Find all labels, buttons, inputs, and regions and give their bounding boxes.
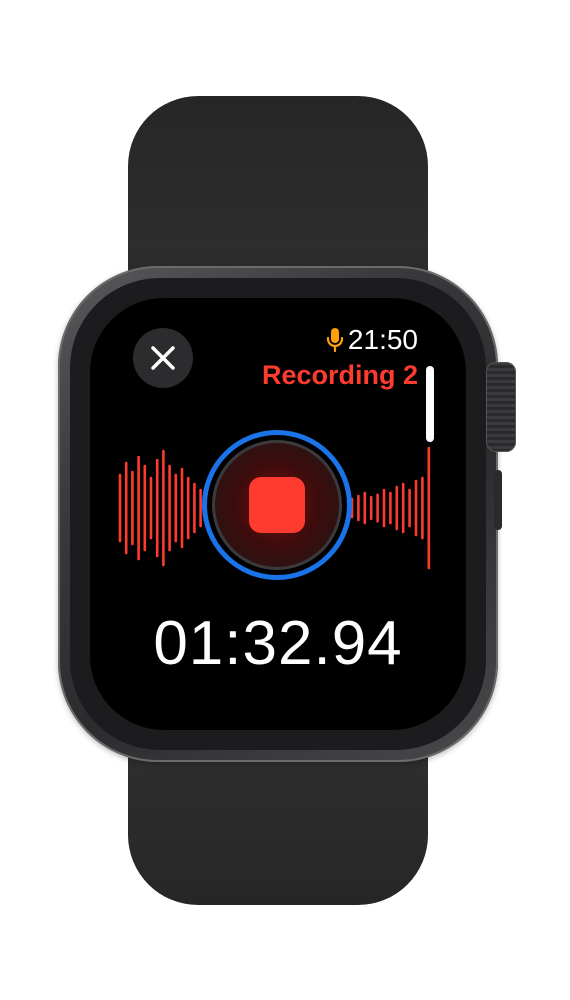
record-button-face — [212, 440, 342, 570]
waveform-right — [350, 446, 431, 570]
watch-device: 21:50 Recording 2 01:32.94 — [0, 0, 570, 1000]
digital-crown[interactable] — [486, 362, 516, 452]
stop-icon — [249, 477, 305, 533]
elapsed-timer: 01:32.94 — [153, 609, 403, 678]
watch-screen: 21:50 Recording 2 01:32.94 — [90, 298, 466, 730]
close-button[interactable] — [133, 328, 193, 388]
close-icon — [151, 346, 175, 370]
microphone-icon — [326, 327, 344, 353]
waveform-left — [118, 449, 202, 567]
side-button[interactable] — [494, 470, 502, 530]
stop-recording-button[interactable] — [202, 430, 352, 580]
recording-title: Recording 2 — [261, 360, 418, 390]
status-bar: 21:50 — [326, 324, 418, 356]
scroll-indicator — [426, 366, 434, 442]
status-time: 21:50 — [347, 324, 418, 355]
